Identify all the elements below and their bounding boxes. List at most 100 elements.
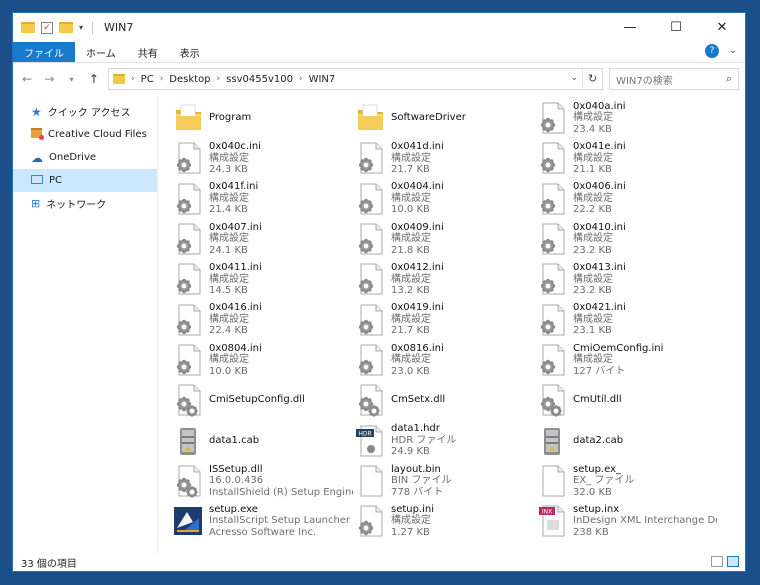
customize-toolbar-icon[interactable]: ▾ xyxy=(79,23,83,32)
file-type: 構成設定 xyxy=(391,273,431,285)
file-name: setup.inx xyxy=(573,503,620,515)
ini-file-icon xyxy=(535,141,569,175)
sidebar-item-onedrive[interactable]: ☁ OneDrive xyxy=(13,146,157,169)
sidebar-item-pc[interactable]: PC xyxy=(13,169,157,192)
file-tile[interactable]: ISSetup.dll 16.0.0.436 InstallShield (R) S… xyxy=(171,461,353,501)
file-name: 0x0410.ini xyxy=(573,221,626,233)
breadcrumb-win7[interactable]: WIN7 xyxy=(309,74,336,85)
inx-file-icon: INX xyxy=(535,504,569,538)
file-info: data2.cab xyxy=(573,435,623,447)
sidebar-item-[interactable]: ★ クイック アクセス xyxy=(13,100,157,123)
dll-file-icon xyxy=(171,383,205,417)
file-name: 0x0419.ini xyxy=(391,302,444,314)
breadcrumb-desktop[interactable]: Desktop xyxy=(169,74,210,85)
file-tile[interactable]: setup.ex_ EX_ ファイル 32.0 KB xyxy=(535,461,717,501)
file-tile[interactable]: INX setup.inxInDesign XML Interchange Doc… xyxy=(535,501,717,541)
file-tile[interactable]: setup.exe InstallScript Setup Launcher Acr… xyxy=(171,501,353,541)
sidebar-item-label: OneDrive xyxy=(49,152,97,163)
file-tile[interactable]: CmSetx.dll xyxy=(353,380,535,420)
file-tile[interactable]: 0x0406.ini 構成設定 22.2 KB xyxy=(535,179,717,219)
breadcrumb-pc[interactable]: PC xyxy=(141,74,154,85)
file-tile[interactable]: Program xyxy=(171,98,353,138)
tab-file[interactable]: ファイル xyxy=(13,42,75,62)
file-tile[interactable]: 0x0416.ini 構成設定 22.4 KB xyxy=(171,299,353,339)
refresh-button[interactable]: ↻ xyxy=(582,69,602,89)
sidebar-item-creative-cloud-files[interactable]: Creative Cloud Files xyxy=(13,123,157,146)
file-tile[interactable]: 0x041f.ini 構成設定 21.4 KB xyxy=(171,179,353,219)
file-tile[interactable]: 0x041e.ini 構成設定 21.1 KB xyxy=(535,138,717,178)
search-input[interactable]: WIN7の検索 ⌕ xyxy=(609,68,740,90)
dll-file-icon xyxy=(171,464,205,498)
ini-file-icon xyxy=(535,182,569,216)
file-tile[interactable]: HDR data1.hdr HDR ファイル 24.9 KB xyxy=(353,420,535,460)
file-tile[interactable]: 0x0410.ini 構成設定 23.2 KB xyxy=(535,219,717,259)
file-size: 24.1 KB xyxy=(209,244,248,256)
file-size: 21.7 KB xyxy=(391,325,430,337)
large-icons-view-icon[interactable] xyxy=(727,556,739,567)
file-tile[interactable]: data2.cab xyxy=(535,420,717,460)
back-button[interactable]: ← xyxy=(19,72,35,86)
maximize-button[interactable]: ☐ xyxy=(653,13,699,42)
up-button[interactable]: ↑ xyxy=(86,72,102,86)
file-tile[interactable]: 0x0407.ini 構成設定 24.1 KB xyxy=(171,219,353,259)
file-name: setup.ini xyxy=(391,503,435,515)
explorer-window: ✓ ▾ WIN7 — ☐ ✕ ファイル ホーム 共有 表示 ⌄ ? ← → ▾ … xyxy=(12,12,746,572)
ini-file-icon xyxy=(171,262,205,296)
file-tile[interactable]: 0x0404.ini 構成設定 10.0 KB xyxy=(353,179,535,219)
file-info: ISSetup.dll 16.0.0.436 InstallShield (R) S… xyxy=(209,464,353,499)
file-size: 24.3 KB xyxy=(209,164,248,176)
file-tile[interactable]: 0x0816.ini 構成設定 23.0 KB xyxy=(353,340,535,380)
address-bar[interactable]: › PC › Desktop › ssv0455v100 › WIN7 ⌄ ↻ xyxy=(108,68,604,90)
properties-icon[interactable]: ✓ xyxy=(41,21,53,34)
file-tile[interactable]: CmiOemConfig.ini 構成設定 127 バイト xyxy=(535,340,717,380)
file-info: SoftwareDriver xyxy=(391,112,466,124)
file-tile[interactable]: SoftwareDriver xyxy=(353,98,535,138)
recent-locations-button[interactable]: ▾ xyxy=(64,75,80,84)
file-type: 構成設定 xyxy=(573,313,613,325)
file-info: CmUtil.dll xyxy=(573,394,622,406)
file-tile[interactable]: 0x0412.ini 構成設定 13.2 KB xyxy=(353,259,535,299)
file-tile[interactable]: 0x040a.ini 構成設定 23.4 KB xyxy=(535,98,717,138)
cab-file-icon xyxy=(171,424,205,458)
file-tile[interactable]: 0x040c.ini 構成設定 24.3 KB xyxy=(171,138,353,178)
tab-home[interactable]: ホーム xyxy=(75,42,127,62)
folder-icon[interactable] xyxy=(21,22,35,33)
file-size: 21.7 KB xyxy=(391,164,430,176)
sidebar-item-[interactable]: ⊞ ネットワーク xyxy=(13,192,157,215)
file-type: 構成設定 xyxy=(209,152,249,164)
help-icon[interactable]: ? xyxy=(705,44,719,58)
close-button[interactable]: ✕ xyxy=(699,13,745,42)
minimize-button[interactable]: — xyxy=(607,13,653,42)
file-info: Program xyxy=(209,112,251,124)
file-name: 0x0406.ini xyxy=(573,181,626,193)
file-tile[interactable]: layout.bin BIN ファイル 778 バイト xyxy=(353,461,535,501)
file-tile[interactable]: 0x0421.ini 構成設定 23.1 KB xyxy=(535,299,717,339)
file-tile[interactable]: 0x0411.ini 構成設定 14.5 KB xyxy=(171,259,353,299)
file-tile[interactable]: 0x0413.ini 構成設定 23.2 KB xyxy=(535,259,717,299)
file-size: 127 バイト xyxy=(573,365,626,377)
view-switcher xyxy=(711,556,739,567)
file-tile[interactable]: 0x0419.ini 構成設定 21.7 KB xyxy=(353,299,535,339)
file-tile[interactable]: 0x041d.ini 構成設定 21.7 KB xyxy=(353,138,535,178)
details-view-icon[interactable] xyxy=(711,556,723,567)
file-tile[interactable]: setup.ini 構成設定 1.27 KB xyxy=(353,501,535,541)
forward-button[interactable]: → xyxy=(41,72,57,86)
file-tile[interactable]: CmUtil.dll xyxy=(535,380,717,420)
file-name: 0x0407.ini xyxy=(209,221,262,233)
address-dropdown-icon[interactable]: ⌄ xyxy=(571,73,579,83)
file-tile[interactable]: data1.cab xyxy=(171,420,353,460)
file-name: Program xyxy=(209,112,252,124)
file-tile[interactable]: 0x0804.ini 構成設定 10.0 KB xyxy=(171,340,353,380)
window-controls: — ☐ ✕ xyxy=(607,13,745,42)
sidebar-item-label: Creative Cloud Files xyxy=(48,129,147,140)
new-folder-icon[interactable] xyxy=(59,22,73,33)
tab-view[interactable]: 表示 xyxy=(169,42,211,62)
breadcrumb-ssv0455v100[interactable]: ssv0455v100 xyxy=(226,74,293,85)
file-tile[interactable]: CmiSetupConfig.dll xyxy=(171,380,353,420)
file-info: 0x0412.ini 構成設定 13.2 KB xyxy=(391,262,444,297)
file-info: 0x041f.ini 構成設定 21.4 KB xyxy=(209,181,258,216)
file-type: BIN ファイル xyxy=(391,475,452,487)
file-tile[interactable]: 0x0409.ini 構成設定 21.8 KB xyxy=(353,219,535,259)
tab-share[interactable]: 共有 xyxy=(127,42,169,62)
expand-ribbon-icon[interactable]: ⌄ xyxy=(729,45,737,56)
